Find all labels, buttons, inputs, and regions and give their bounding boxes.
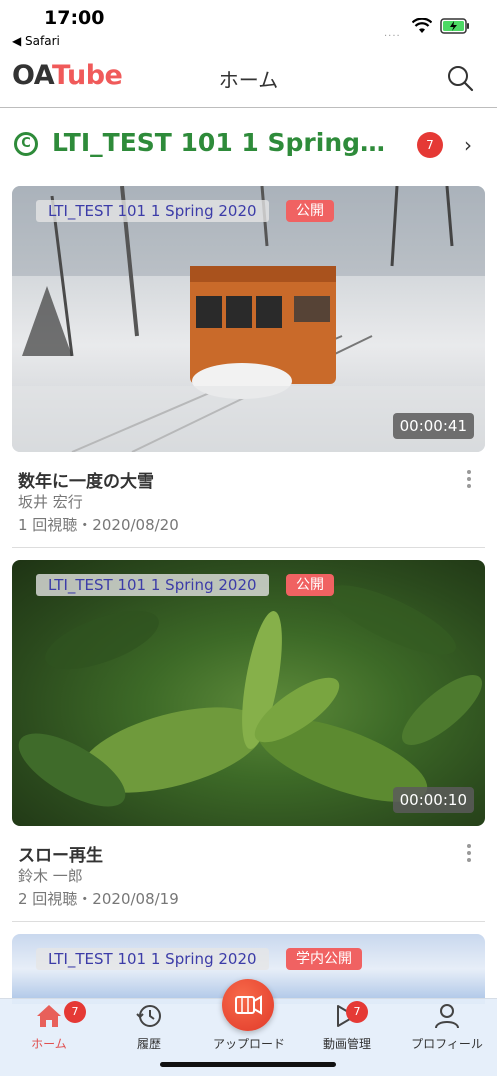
nav-upload-label: アップロード (212, 1037, 285, 1051)
page-title: ホーム (218, 68, 279, 92)
back-to-safari-link[interactable]: ◀ Safari (12, 34, 60, 48)
course-chip: LTI_TEST 101 1 Spring 2020 (36, 574, 269, 596)
home-notification-badge: 7 (64, 1001, 86, 1023)
nav-history[interactable]: 履歴 (104, 1003, 194, 1052)
nav-history-label: 履歴 (136, 1037, 161, 1051)
nav-profile[interactable]: プロフィール (402, 1003, 492, 1052)
course-chip: LTI_TEST 101 1 Spring 2020 (36, 200, 269, 222)
chevron-right-icon[interactable]: › (464, 133, 472, 157)
video-author: 坂井 宏行 (18, 493, 83, 511)
video-meta: 1 回視聴・2020/08/20 (18, 516, 179, 534)
video-title[interactable]: 数年に一度の大雪 (18, 467, 154, 492)
history-icon (136, 1005, 161, 1027)
nav-video-management[interactable]: 動画管理 7 (302, 1001, 392, 1052)
visibility-badge: 学内公開 (286, 948, 362, 970)
status-time: 17:00 (44, 7, 105, 29)
search-icon[interactable] (446, 64, 474, 96)
course-header[interactable]: C LTI_TEST 101 1 Spring 2020 7 › (0, 118, 497, 174)
video-title[interactable]: スロー再生 (18, 841, 103, 866)
status-bar: 17:00 ◀ Safari .... (0, 0, 497, 50)
divider (12, 547, 485, 548)
video-thumbnail[interactable]: LTI_TEST 101 1 Spring 2020 公開 00:00:10 (12, 560, 485, 826)
manage-notification-badge: 7 (346, 1001, 368, 1023)
nav-profile-label: プロフィール (411, 1037, 483, 1051)
visibility-badge: 公開 (286, 574, 334, 596)
copyright-course-icon: C (14, 132, 38, 156)
app-header: OATube ホーム (0, 50, 497, 108)
wifi-icon (411, 17, 433, 38)
video-thumbnail[interactable]: LTI_TEST 101 1 Spring 2020 公開 00:00:41 (12, 186, 485, 452)
course-title[interactable]: LTI_TEST 101 1 Spring 2020 (52, 128, 392, 157)
battery-charging-icon (440, 18, 470, 38)
duration-label: 00:00:41 (392, 413, 474, 439)
profile-icon (435, 1004, 459, 1029)
video-card[interactable]: LTI_TEST 101 1 Spring 2020 公開 00:00:41 数… (12, 186, 485, 548)
nav-home[interactable]: ホーム 7 (4, 1001, 94, 1052)
nav-upload[interactable]: アップロード (204, 1033, 294, 1052)
course-chip: LTI_TEST 101 1 Spring 2020 (36, 948, 269, 970)
video-card[interactable]: LTI_TEST 101 1 Spring 2020 公開 00:00:10 ス… (12, 560, 485, 922)
visibility-badge: 公開 (286, 200, 334, 222)
more-options-icon[interactable] (467, 470, 471, 491)
duration-label: 00:00:10 (392, 787, 474, 813)
course-video-count-badge: 7 (417, 132, 443, 158)
home-indicator[interactable] (160, 1062, 336, 1067)
upload-button[interactable] (222, 979, 274, 1031)
video-author: 鈴木 一郎 (18, 867, 83, 885)
signal-icon: .... (384, 28, 401, 39)
video-camera-icon (235, 995, 262, 1015)
divider (12, 921, 485, 922)
more-options-icon[interactable] (467, 844, 471, 865)
nav-video-management-label: 動画管理 (322, 1037, 371, 1051)
home-icon (37, 1005, 61, 1027)
video-meta: 2 回視聴・2020/08/19 (18, 890, 179, 908)
nav-home-label: ホーム (31, 1037, 67, 1051)
